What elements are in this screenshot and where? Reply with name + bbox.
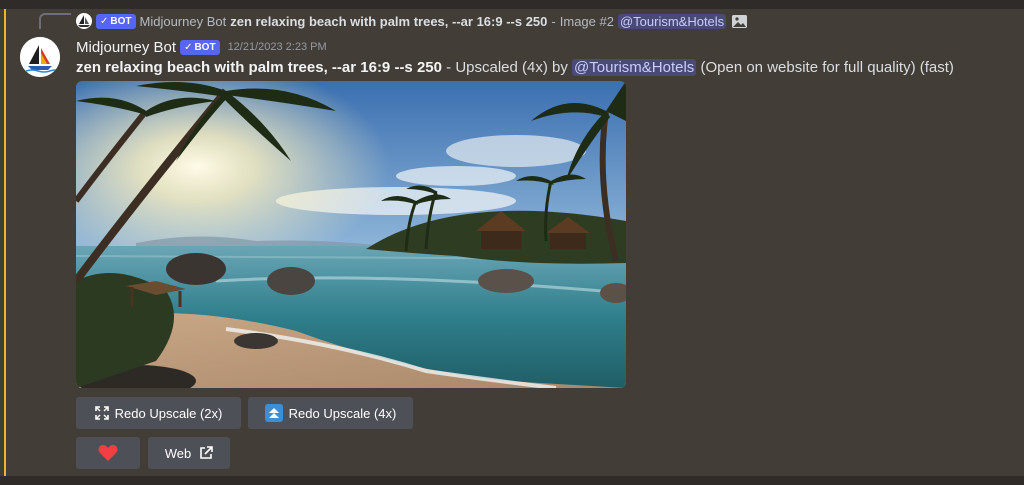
reply-prompt[interactable]: zen relaxing beach with palm trees, --ar… bbox=[230, 14, 547, 29]
heart-icon bbox=[98, 444, 118, 462]
web-button[interactable]: Web bbox=[148, 437, 230, 469]
verified-check-icon: ✓ bbox=[184, 41, 193, 53]
message-content: zen relaxing beach with palm trees, --ar… bbox=[76, 58, 954, 78]
status-suffix: (Open on website for full quality) (fast… bbox=[700, 59, 954, 76]
message-timestamp[interactable]: 12/21/2023 2:23 PM bbox=[228, 41, 327, 53]
bottom-strip bbox=[0, 476, 1024, 485]
mention-highlight-bar bbox=[4, 9, 6, 476]
reply-mention[interactable]: @Tourism&Hotels bbox=[617, 13, 727, 29]
upscale-arrows-icon bbox=[264, 404, 283, 422]
message-prompt: zen relaxing beach with palm trees, --ar… bbox=[76, 59, 442, 76]
verified-check-icon: ✓ bbox=[100, 15, 109, 27]
external-link-icon bbox=[199, 446, 214, 460]
reply-reference[interactable]: ✓ BOT Midjourney Bot zen relaxing beach w… bbox=[76, 11, 748, 31]
message-author[interactable]: Midjourney Bot bbox=[76, 39, 176, 56]
expand-icon bbox=[94, 406, 109, 420]
upscaled-image[interactable] bbox=[76, 81, 626, 388]
redo-upscale-4x-label: Redo Upscale (4x) bbox=[288, 405, 397, 421]
web-label: Web bbox=[164, 445, 192, 461]
reply-avatar[interactable] bbox=[76, 13, 92, 29]
sailboat-logo-icon bbox=[78, 15, 90, 27]
heart-reaction-button[interactable] bbox=[76, 437, 140, 469]
image-icon bbox=[732, 14, 748, 28]
bot-avatar[interactable] bbox=[20, 37, 60, 77]
bot-tag: ✓ BOT bbox=[180, 39, 220, 55]
message-header: Midjourney Bot ✓ BOT 12/21/2023 2:23 PM bbox=[76, 37, 327, 57]
reply-separator: - bbox=[551, 13, 556, 29]
upscale-status: - Upscaled (4x) by bbox=[446, 59, 568, 76]
redo-upscale-4x-button[interactable]: Redo Upscale (4x) bbox=[248, 397, 413, 429]
reply-bot-tag: ✓ BOT bbox=[96, 13, 136, 29]
reply-author[interactable]: Midjourney Bot bbox=[140, 14, 227, 29]
beach-scene-image bbox=[76, 81, 626, 388]
redo-upscale-2x-button[interactable]: Redo Upscale (2x) bbox=[76, 397, 241, 429]
redo-upscale-2x-label: Redo Upscale (2x) bbox=[114, 405, 223, 421]
top-strip bbox=[0, 0, 1024, 9]
message-mention[interactable]: @Tourism&Hotels bbox=[572, 59, 697, 76]
sailboat-logo-icon bbox=[20, 37, 60, 77]
reply-image-label: Image #2 bbox=[559, 13, 614, 29]
reply-spine bbox=[39, 13, 71, 29]
